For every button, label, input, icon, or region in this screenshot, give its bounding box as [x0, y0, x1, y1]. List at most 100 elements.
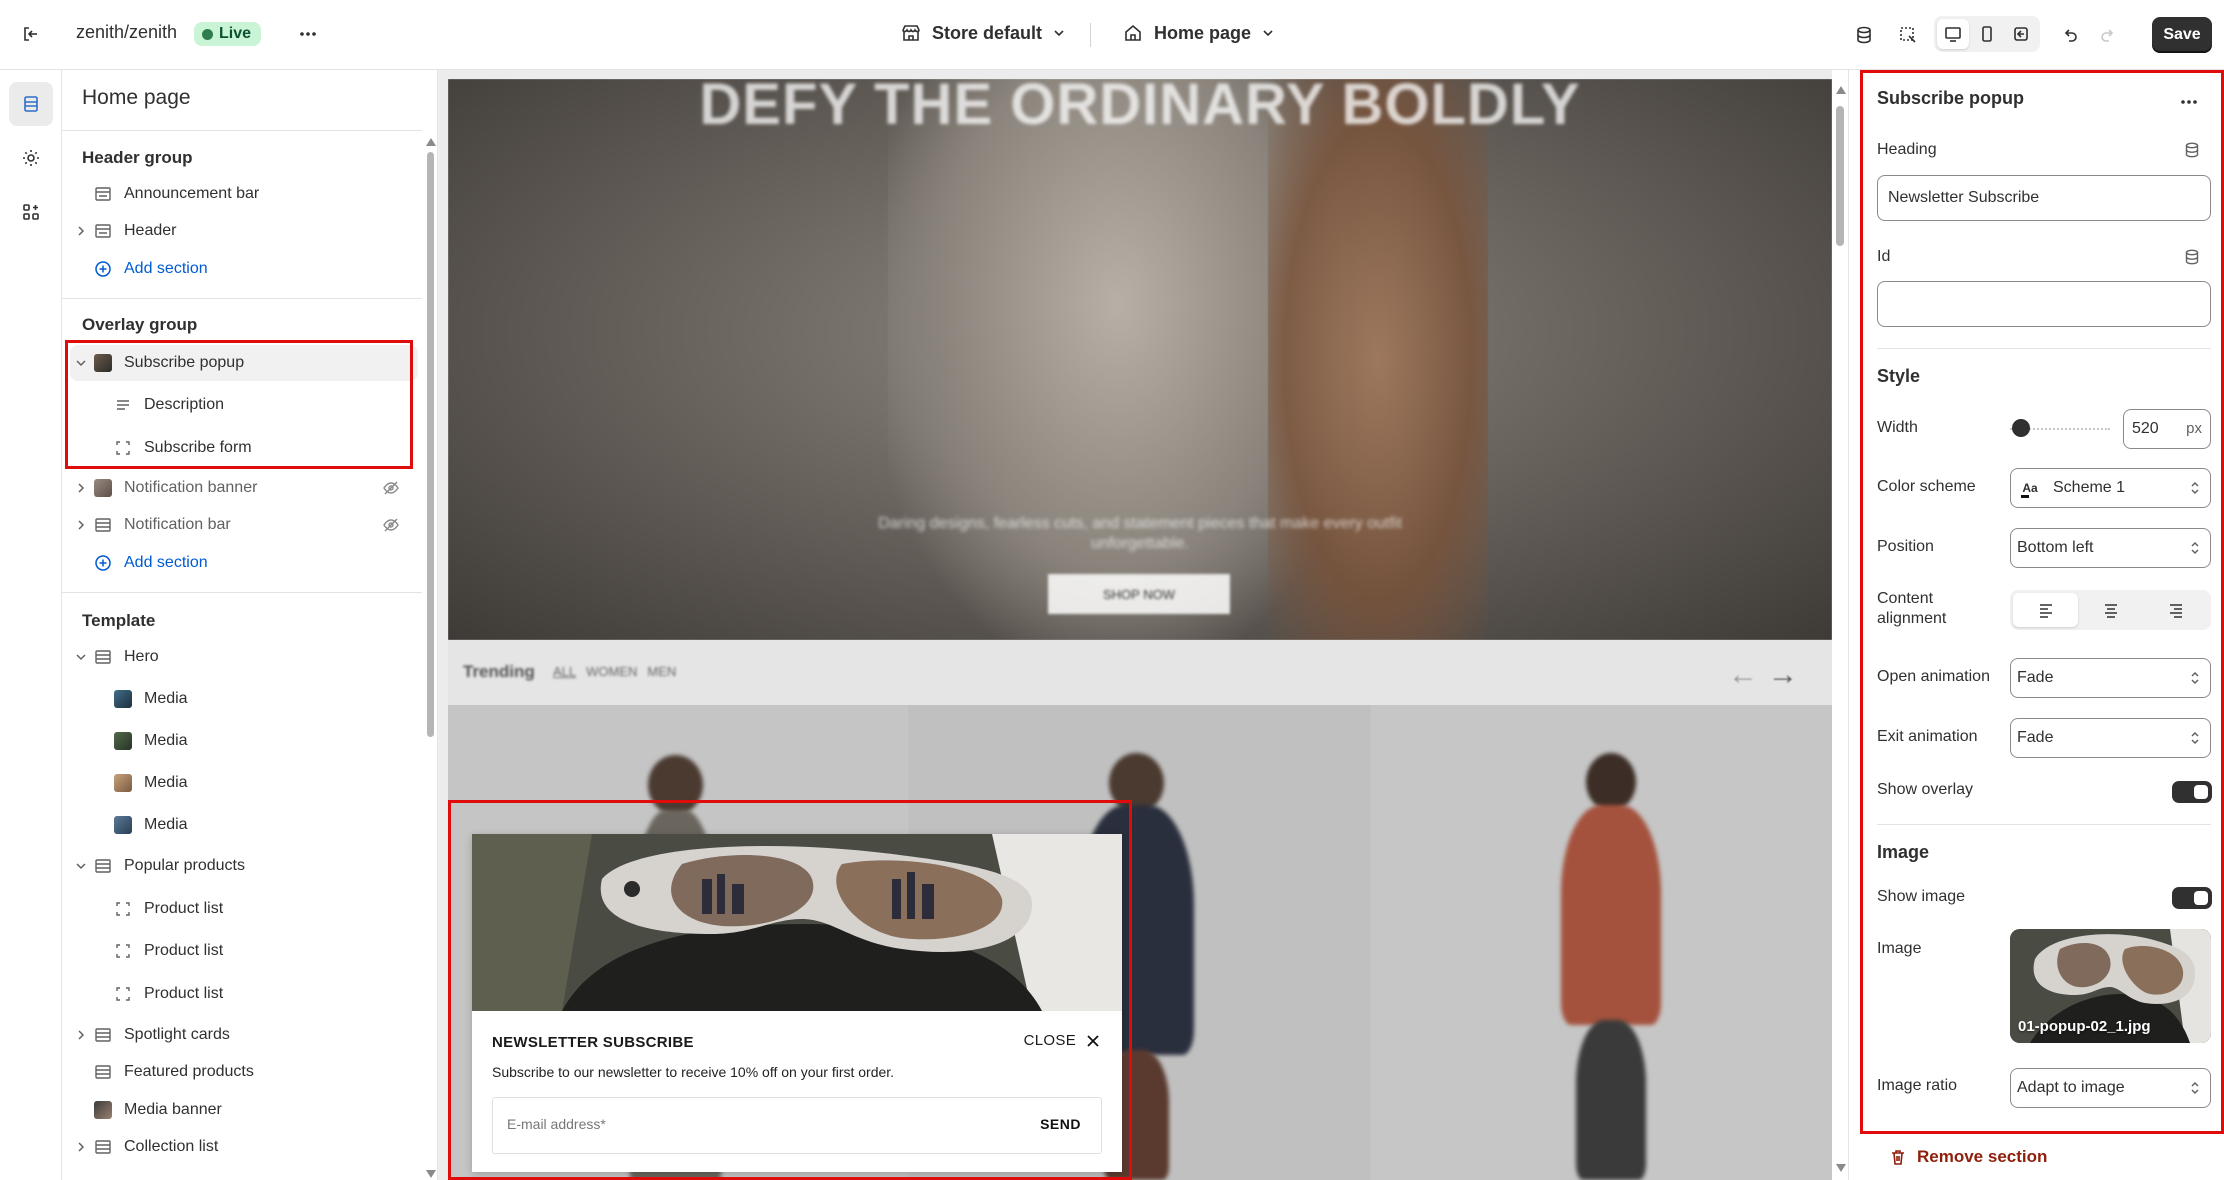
- send-button[interactable]: SEND: [1040, 1116, 1081, 1132]
- exit-icon[interactable]: [13, 16, 49, 52]
- preview-scrollbar-track[interactable]: [1832, 70, 1848, 1180]
- image-thumbnail-icon: [112, 814, 134, 836]
- overlay-group-title: Overlay group: [82, 315, 198, 334]
- tree-item-subscribe-popup[interactable]: Subscribe popup: [70, 345, 418, 381]
- more-options-icon[interactable]: [290, 16, 326, 52]
- show-overlay-toggle[interactable]: [2172, 781, 2212, 803]
- device-toggle-group: [1934, 16, 2040, 52]
- exit-animation-select[interactable]: Fade: [2010, 718, 2211, 758]
- image-ratio-select[interactable]: Adapt to image: [2010, 1068, 2211, 1108]
- tree-item-announcement-bar[interactable]: Announcement bar: [70, 176, 418, 212]
- scroll-up-icon[interactable]: [1836, 86, 1846, 94]
- add-section-button[interactable]: Add section: [70, 251, 418, 287]
- store-preview[interactable]: DEFY THE ORDINARY BOLDLY Daring designs,…: [439, 70, 1839, 1180]
- tree-item-featured-products[interactable]: Featured products: [70, 1054, 418, 1090]
- chevron-down-icon[interactable]: [70, 860, 92, 872]
- tree-item-media[interactable]: Media: [70, 723, 418, 759]
- chevron-right-icon[interactable]: [70, 1141, 92, 1153]
- subscribe-popup[interactable]: NEWSLETTER SUBSCRIBE CLOSE Subscribe to …: [472, 834, 1122, 1172]
- tree-item-description[interactable]: Description: [70, 387, 418, 423]
- open-animation-select[interactable]: Fade: [2010, 658, 2211, 698]
- scroll-down-icon[interactable]: [426, 1170, 436, 1178]
- plus-circle-icon: [92, 258, 114, 280]
- chevron-right-icon[interactable]: [70, 225, 92, 237]
- fullscreen-icon[interactable]: [2005, 19, 2037, 49]
- tree-item-notification-banner[interactable]: Notification banner: [70, 470, 418, 506]
- save-button[interactable]: Save: [2152, 17, 2212, 53]
- scrollbar-thumb[interactable]: [1836, 106, 1844, 246]
- tree-item-product-list[interactable]: Product list: [70, 891, 418, 927]
- product-card[interactable]: [1371, 705, 1832, 1180]
- sections-icon[interactable]: [9, 82, 53, 126]
- eye-hidden-icon[interactable]: [382, 479, 400, 497]
- tree-item-media[interactable]: Media: [70, 681, 418, 717]
- add-section-label: Add section: [124, 260, 208, 277]
- chevron-right-icon[interactable]: [70, 1029, 92, 1041]
- dynamic-source-icon[interactable]: [2183, 248, 2201, 266]
- store-name[interactable]: zenith/zenith: [76, 22, 177, 43]
- id-input[interactable]: [1877, 281, 2211, 327]
- tab-all[interactable]: ALL: [553, 664, 576, 679]
- tree-item-hero[interactable]: Hero: [70, 639, 418, 675]
- text-block-icon: [112, 394, 134, 416]
- align-right-icon[interactable]: [2143, 593, 2208, 627]
- tree-item-media[interactable]: Media: [70, 807, 418, 843]
- image-picker[interactable]: 01-popup-02_1.jpg: [2010, 929, 2211, 1043]
- popup-close-button[interactable]: CLOSE: [1024, 1032, 1100, 1049]
- tree-item-header[interactable]: Header: [70, 213, 418, 249]
- position-select[interactable]: Bottom left: [2010, 528, 2211, 568]
- tree-item-popular-products[interactable]: Popular products: [70, 848, 418, 884]
- tree-item-notification-bar[interactable]: Notification bar: [70, 507, 418, 543]
- tab-women[interactable]: WOMEN: [586, 664, 637, 679]
- eye-hidden-icon[interactable]: [382, 516, 400, 534]
- email-input[interactable]: E-mail address*: [507, 1116, 606, 1132]
- sidebar-scrollbar[interactable]: [422, 70, 437, 1180]
- tab-men[interactable]: MEN: [647, 664, 676, 679]
- chevron-right-icon[interactable]: [70, 482, 92, 494]
- show-image-toggle[interactable]: [2172, 887, 2212, 909]
- scroll-down-icon[interactable]: [1836, 1164, 1846, 1172]
- shop-now-button[interactable]: SHOP NOW: [1048, 574, 1230, 614]
- more-options-icon[interactable]: [2171, 84, 2207, 120]
- database-icon[interactable]: [1846, 17, 1882, 53]
- inspector-icon[interactable]: [1890, 17, 1926, 53]
- arrow-right-icon[interactable]: →: [1768, 658, 1798, 692]
- align-left-icon[interactable]: [2013, 593, 2078, 627]
- tree-item-media-banner[interactable]: Media banner: [70, 1092, 418, 1128]
- add-section-button[interactable]: Add section: [70, 545, 418, 581]
- page-selector[interactable]: Home page: [1122, 22, 1275, 44]
- align-center-icon[interactable]: [2078, 593, 2143, 627]
- width-input[interactable]: 520 px: [2123, 409, 2211, 449]
- chevron-right-icon[interactable]: [70, 519, 92, 531]
- dynamic-source-icon[interactable]: [2183, 141, 2201, 159]
- top-bar: zenith/zenith Live Store default Home pa…: [0, 0, 2224, 70]
- scrollbar-thumb[interactable]: [427, 152, 434, 737]
- tree-item-media[interactable]: Media: [70, 765, 418, 801]
- apps-icon[interactable]: [9, 190, 53, 234]
- chevron-down-icon[interactable]: [70, 651, 92, 663]
- desktop-icon[interactable]: [1937, 19, 1969, 49]
- chevron-down-icon[interactable]: [70, 357, 92, 369]
- undo-icon[interactable]: [2052, 17, 2088, 53]
- tree-item-spotlight-cards[interactable]: Spotlight cards: [70, 1017, 418, 1053]
- section-layout-icon: [92, 1136, 114, 1158]
- mobile-icon[interactable]: [1971, 19, 2003, 49]
- section-layout-icon: [92, 855, 114, 877]
- tree-item-subscribe-form[interactable]: Subscribe form: [70, 430, 418, 466]
- redo-icon[interactable]: [2090, 17, 2126, 53]
- settings-gear-icon[interactable]: [9, 136, 53, 180]
- heading-input[interactable]: Newsletter Subscribe: [1877, 175, 2211, 221]
- divider: [62, 130, 422, 131]
- scroll-up-icon[interactable]: [426, 138, 436, 146]
- width-slider-knob[interactable]: [2012, 419, 2030, 437]
- remove-section-button[interactable]: Remove section: [1889, 1147, 2047, 1167]
- tree-item-product-list[interactable]: Product list: [70, 933, 418, 969]
- store-selector[interactable]: Store default: [900, 22, 1066, 44]
- section-layout-icon: [92, 220, 114, 242]
- tree-item-product-list[interactable]: Product list: [70, 976, 418, 1012]
- tree-item-collection-list[interactable]: Collection list: [70, 1129, 418, 1165]
- color-scheme-select[interactable]: Aa Scheme 1: [2010, 468, 2211, 508]
- exit-animation-value: Fade: [2017, 729, 2054, 746]
- arrow-left-icon[interactable]: ←: [1728, 658, 1758, 692]
- hero-banner[interactable]: DEFY THE ORDINARY BOLDLY Daring designs,…: [448, 79, 1832, 640]
